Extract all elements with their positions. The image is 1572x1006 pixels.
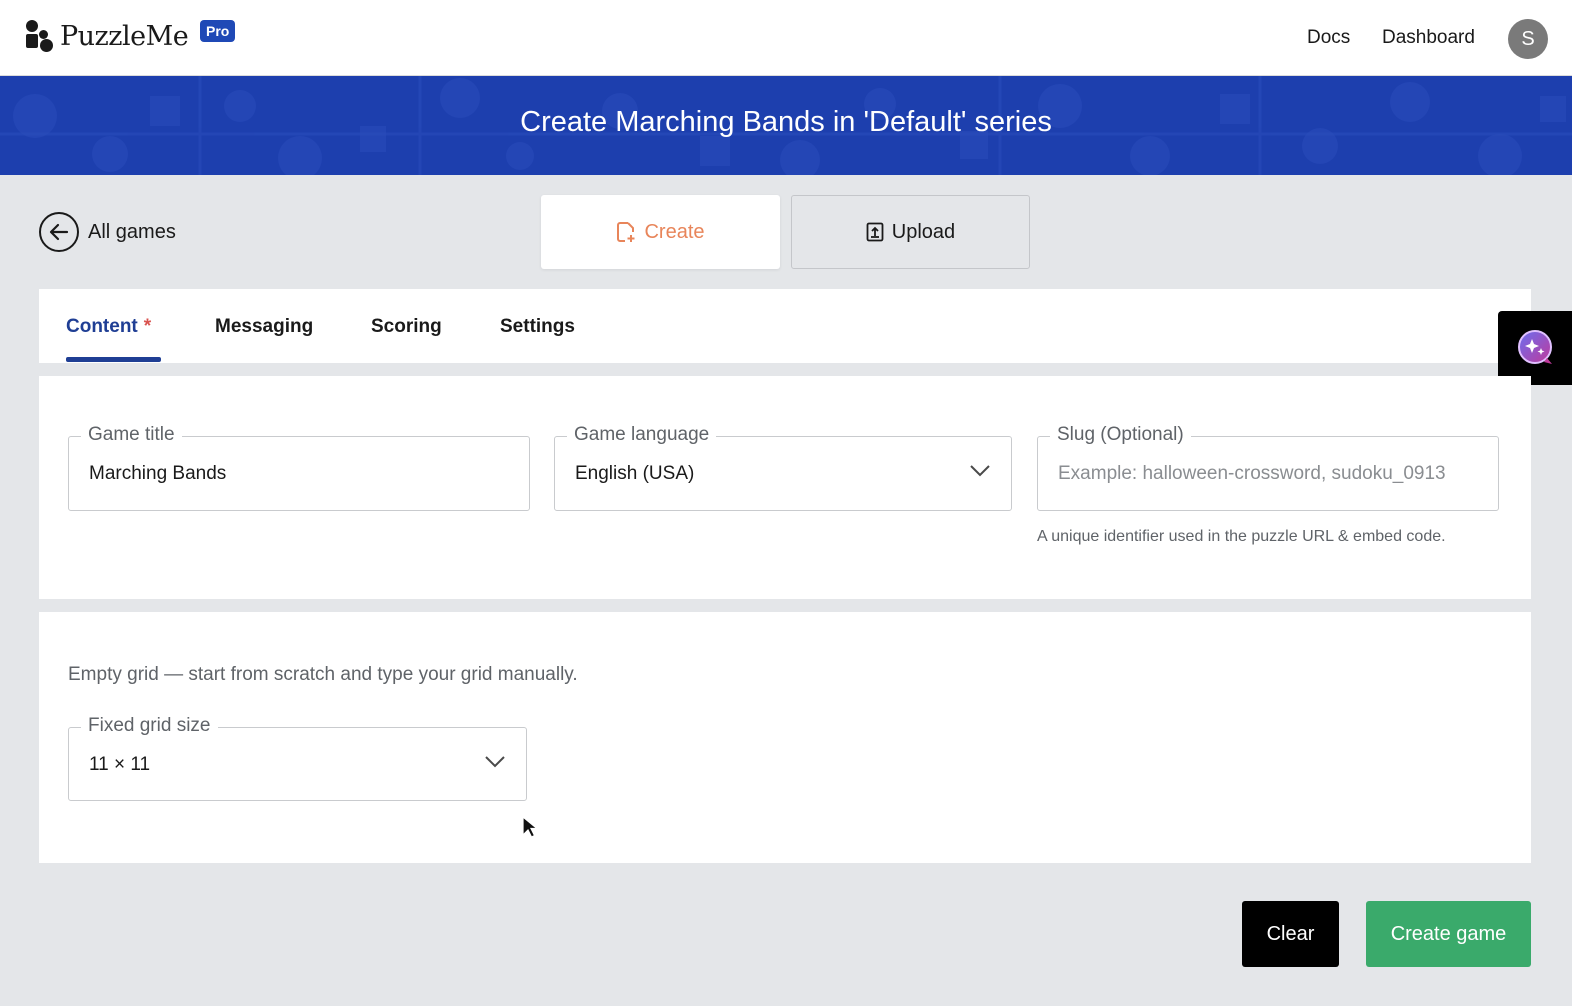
tab-messaging[interactable]: Messaging [215, 316, 313, 338]
game-details-panel: Game title Marching Bands Game language … [39, 376, 1531, 599]
ai-assistant-button[interactable] [1498, 311, 1572, 385]
chevron-down-icon [484, 755, 506, 774]
game-title-field[interactable]: Game title Marching Bands [68, 424, 530, 511]
tab-content-label: Content [66, 316, 138, 337]
fixed-grid-size-value: 11 × 11 [89, 754, 151, 775]
create-mode-button[interactable]: Create [541, 195, 780, 269]
required-marker: * [143, 316, 152, 337]
game-language-value: English (USA) [575, 463, 695, 484]
top-nav: PuzzleMe Pro Docs Dashboard S [0, 0, 1572, 76]
fixed-grid-size-label: Fixed grid size [81, 715, 218, 737]
all-games-link[interactable]: All games [39, 212, 176, 252]
fixed-grid-size-select[interactable]: Fixed grid size 11 × 11 [68, 715, 527, 801]
all-games-label: All games [88, 220, 176, 243]
create-mode-label: Create [644, 220, 705, 243]
brand-name: PuzzleMe [60, 20, 189, 52]
tab-scoring[interactable]: Scoring [371, 316, 442, 338]
game-language-label: Game language [567, 424, 717, 446]
game-language-select[interactable]: Game language English (USA) [554, 424, 1012, 511]
page-banner: Create Marching Bands in 'Default' serie… [0, 76, 1572, 175]
upload-mode-button[interactable]: Upload [791, 195, 1030, 269]
slug-field[interactable]: Slug (Optional) Example: halloween-cross… [1037, 424, 1499, 511]
editor-tabs: Content * Messaging Scoring Settings [39, 289, 1531, 363]
page-title: Create Marching Bands in 'Default' serie… [520, 106, 1052, 138]
puzzleme-logo-icon [24, 20, 56, 52]
tab-settings[interactable]: Settings [500, 316, 575, 338]
brand-logo[interactable]: PuzzleMe Pro [24, 20, 236, 52]
mouse-cursor-icon [522, 816, 538, 838]
pro-badge: Pro [200, 20, 236, 42]
create-game-button[interactable]: Create game [1366, 901, 1531, 967]
active-tab-indicator [66, 357, 161, 362]
slug-label: Slug (Optional) [1050, 424, 1191, 446]
dashboard-link[interactable]: Dashboard [1382, 27, 1475, 49]
clear-button[interactable]: Clear [1242, 901, 1339, 967]
upload-icon [866, 222, 884, 242]
slug-placeholder: Example: halloween-crossword, sudoku_091… [1058, 463, 1446, 484]
create-document-icon [616, 221, 636, 243]
tab-content[interactable]: Content * [66, 316, 151, 338]
grid-description: Empty grid — start from scratch and type… [68, 664, 578, 685]
grid-panel: Empty grid — start from scratch and type… [39, 612, 1531, 863]
ai-chat-icon [1518, 330, 1552, 364]
avatar[interactable]: S [1508, 19, 1548, 59]
arrow-left-icon [39, 212, 79, 252]
docs-link[interactable]: Docs [1307, 27, 1350, 49]
chevron-down-icon [969, 464, 991, 483]
game-title-value: Marching Bands [89, 463, 227, 484]
slug-helper-text: A unique identifier used in the puzzle U… [1037, 528, 1446, 545]
game-title-label: Game title [81, 424, 182, 446]
upload-mode-label: Upload [891, 220, 956, 243]
